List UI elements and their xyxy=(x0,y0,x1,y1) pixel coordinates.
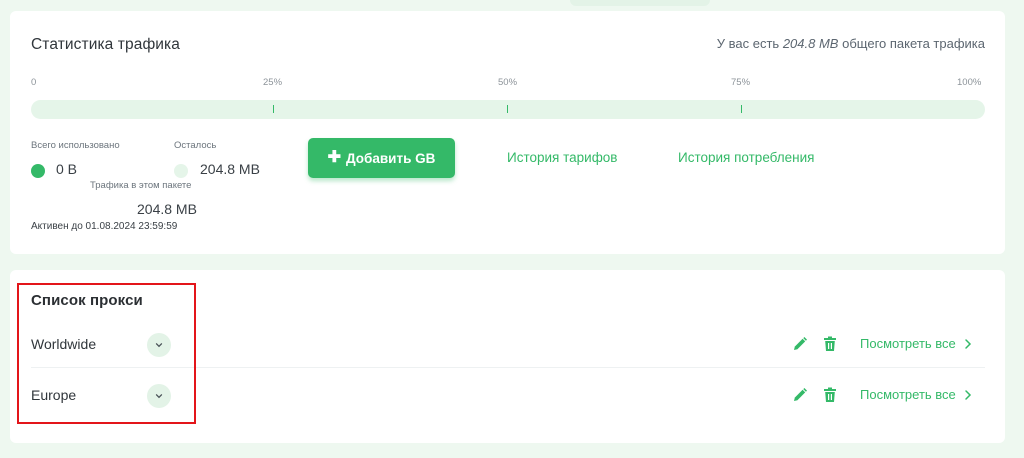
package-label: Трафика в этом пакете xyxy=(90,180,192,191)
chevron-right-icon xyxy=(965,389,971,400)
proxy-row: Europe Посмотреть все xyxy=(31,373,985,419)
tick-label-50: 50% xyxy=(498,77,518,88)
delete-button[interactable] xyxy=(821,386,839,404)
chevron-down-icon xyxy=(155,343,163,348)
remaining-value: 204.8 MB xyxy=(200,161,260,177)
used-label: Всего использовано xyxy=(31,140,120,151)
proxy-row: Worldwide Посмотреть все xyxy=(31,322,985,368)
remaining-dot-icon xyxy=(174,164,188,178)
proxy-list-card: Список прокси Worldwide Посмотреть все E… xyxy=(10,270,1005,443)
view-all-link[interactable]: Посмотреть все xyxy=(860,387,972,402)
add-gb-button[interactable]: ✚ Добавить GB xyxy=(308,138,455,178)
progress-tick-25 xyxy=(273,105,274,113)
package-info-prefix: У вас есть xyxy=(716,36,780,51)
traffic-progress-bar xyxy=(31,100,985,119)
top-tab-decoration xyxy=(570,0,710,6)
tick-label-25: 25% xyxy=(263,77,283,88)
view-all-link[interactable]: Посмотреть все xyxy=(860,336,972,351)
plus-icon: ✚ xyxy=(327,149,341,166)
tick-label-0: 0 xyxy=(31,77,37,88)
chevron-right-icon xyxy=(965,338,971,349)
tick-label-100: 100% xyxy=(957,77,982,88)
trash-icon xyxy=(824,387,836,402)
proxy-list-title: Список прокси xyxy=(31,292,143,309)
tick-label-75: 75% xyxy=(731,77,751,88)
edit-button[interactable] xyxy=(791,335,809,353)
traffic-stats-card: Статистика трафика У вас есть 204.8 MB о… xyxy=(10,11,1005,254)
consumption-history-link[interactable]: История потребления xyxy=(678,150,815,165)
remaining-label: Осталось xyxy=(174,140,217,151)
tariff-history-link[interactable]: История тарифов xyxy=(507,150,617,165)
progress-tick-50 xyxy=(507,105,508,113)
pencil-icon xyxy=(794,388,807,401)
proxy-row-name: Europe xyxy=(31,387,77,403)
edit-button[interactable] xyxy=(791,386,809,404)
expand-button[interactable] xyxy=(147,384,171,408)
used-dot-icon xyxy=(31,164,45,178)
proxy-row-name: Worldwide xyxy=(31,336,97,352)
trash-icon xyxy=(824,336,836,351)
view-all-label: Посмотреть все xyxy=(860,387,956,402)
package-info-amount: 204.8 MB xyxy=(782,36,839,51)
progress-tick-75 xyxy=(741,105,742,113)
traffic-stats-title: Статистика трафика xyxy=(31,36,181,53)
add-gb-label: Добавить GB xyxy=(346,150,436,166)
expand-button[interactable] xyxy=(147,333,171,357)
view-all-label: Посмотреть все xyxy=(860,336,956,351)
pencil-icon xyxy=(794,337,807,350)
package-value: 204.8 MB xyxy=(137,201,197,217)
chevron-down-icon xyxy=(155,394,163,399)
delete-button[interactable] xyxy=(821,335,839,353)
used-value: 0 B xyxy=(56,161,78,177)
package-info-suffix: общего пакета трафика xyxy=(842,36,985,51)
active-until: Активен до 01.08.2024 23:59:59 xyxy=(31,221,178,232)
package-info: У вас есть 204.8 MB общего пакета трафик… xyxy=(717,36,985,51)
